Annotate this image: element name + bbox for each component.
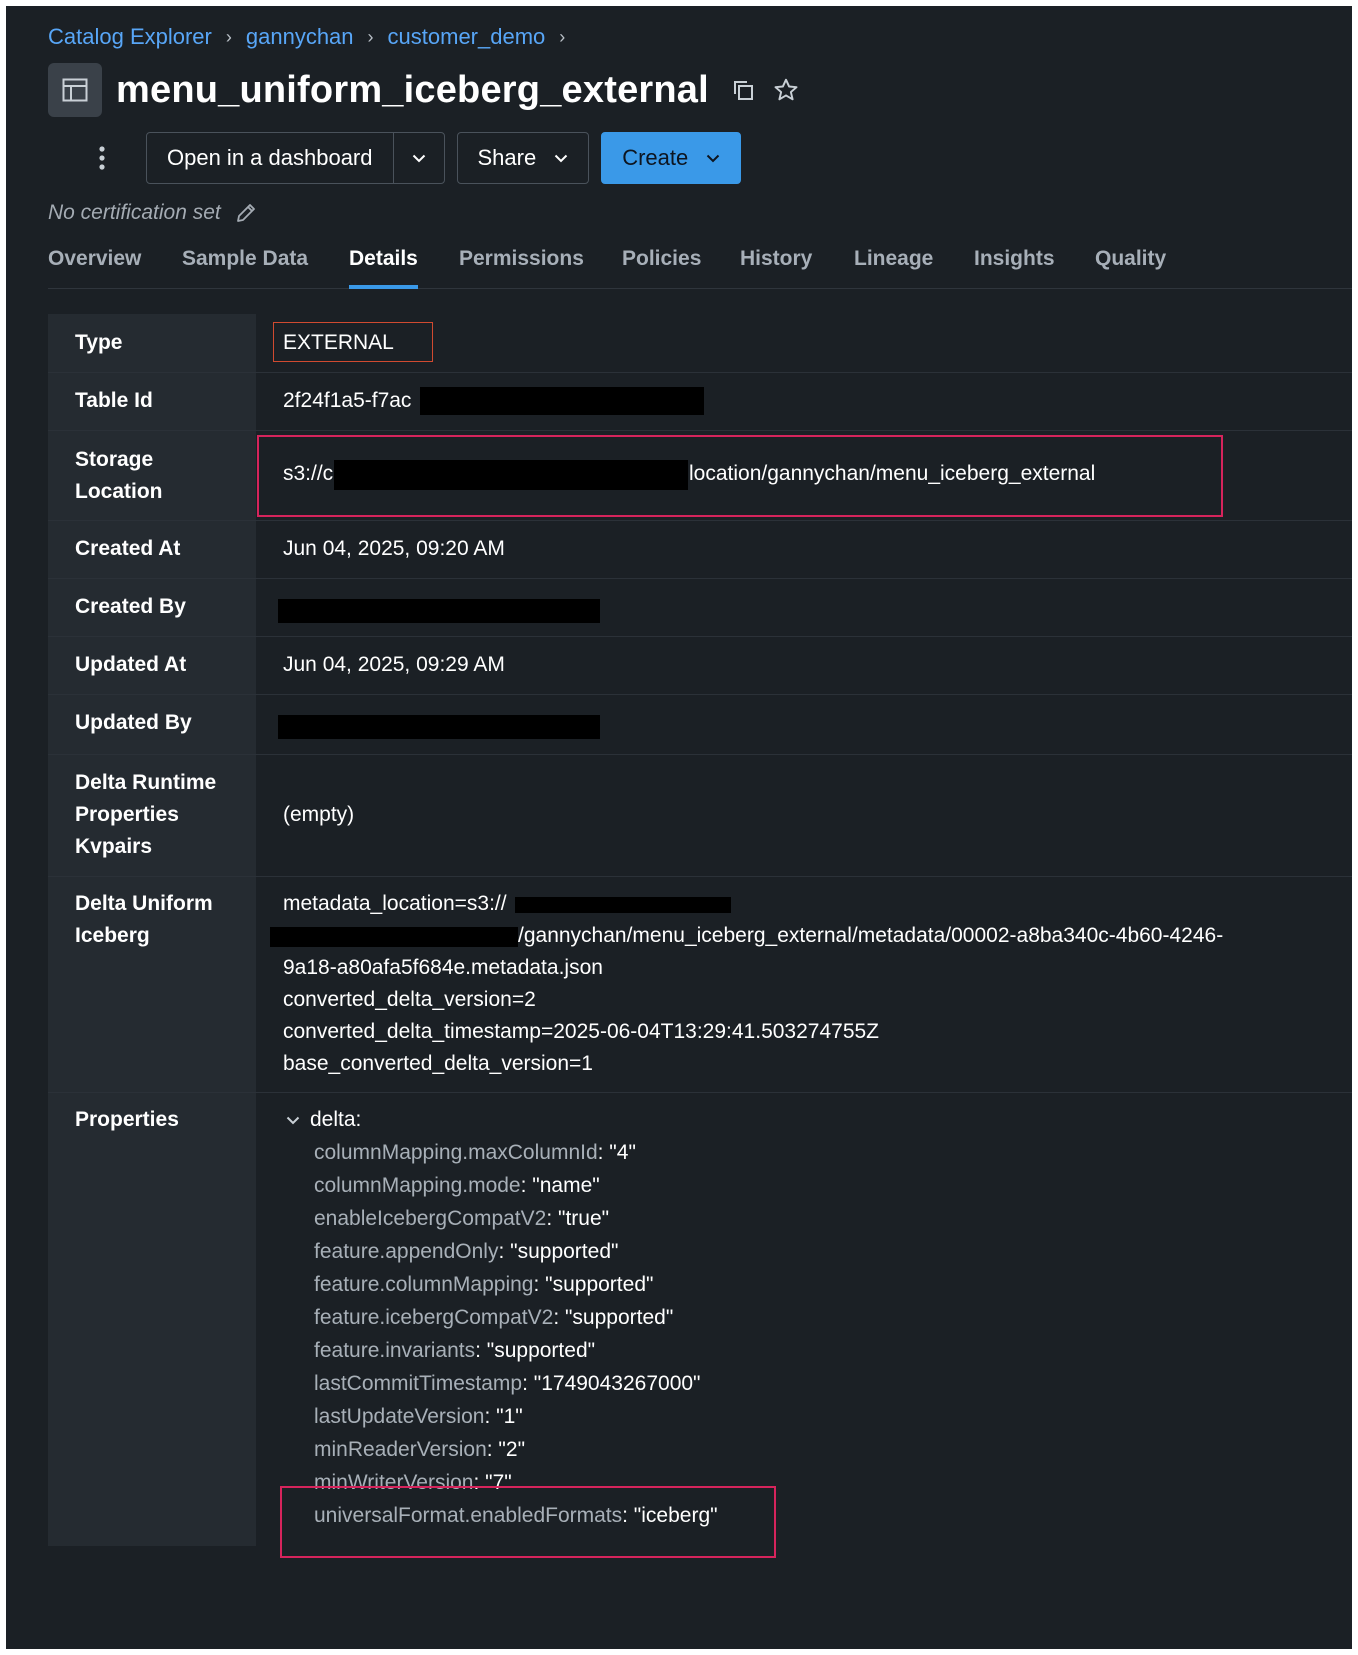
storage-location-highlight: [257, 435, 1223, 517]
details-table: Type EXTERNAL Table Id 2f24f1a5-f7ac Sto…: [48, 314, 1352, 1558]
open-dashboard-dropdown[interactable]: [394, 133, 444, 183]
chevron-down-icon: [555, 154, 568, 162]
breadcrumb-catalog-explorer[interactable]: Catalog Explorer: [48, 24, 212, 50]
created-at-value: Jun 04, 2025, 09:20 AM: [283, 537, 505, 560]
tab-overview[interactable]: Overview: [48, 240, 141, 288]
property-item: feature.icebergCompatV2: "supported": [314, 1306, 674, 1329]
table-icon: [48, 63, 102, 117]
details-row-table-id: Table Id 2f24f1a5-f7ac: [48, 372, 1352, 431]
breadcrumb-separator: ›: [559, 26, 566, 47]
tab-bar: Overview Sample Data Details Permissions…: [48, 240, 1352, 289]
property-item: feature.columnMapping: "supported": [314, 1273, 654, 1296]
property-item: columnMapping.maxColumnId: "4": [314, 1141, 636, 1164]
properties-group-toggle[interactable]: delta:: [286, 1104, 361, 1136]
create-button[interactable]: Create: [601, 132, 742, 184]
property-item: enableIcebergCompatV2: "true": [314, 1207, 610, 1230]
share-label: Share: [477, 145, 537, 170]
row-label: Storage Location: [75, 448, 163, 503]
more-options-icon[interactable]: [82, 132, 122, 184]
redaction: [270, 927, 518, 947]
tab-details[interactable]: Details: [349, 240, 418, 289]
delta-uniform-line-6: base_converted_delta_version=1: [283, 1052, 593, 1075]
row-label: Created By: [75, 595, 186, 618]
page-title: menu_uniform_iceberg_external: [116, 68, 709, 111]
open-dashboard-split-button: Open in a dashboard: [146, 132, 445, 184]
certification: No certification set: [48, 196, 257, 230]
property-item: lastUpdateVersion: "1": [314, 1405, 523, 1428]
details-row-updated-at: Updated At Jun 04, 2025, 09:29 AM: [48, 636, 1352, 695]
certification-text: No certification set: [48, 201, 221, 224]
delta-uniform-line-1: metadata_location=s3://: [283, 892, 507, 915]
universal-format-highlight: [280, 1486, 776, 1558]
delta-uniform-line-3: 9a18-a80afa5f684e.metadata.json: [283, 956, 603, 979]
redaction: [278, 599, 600, 623]
property-item: feature.appendOnly: "supported": [314, 1240, 619, 1263]
tab-quality[interactable]: Quality: [1095, 240, 1166, 288]
create-label: Create: [622, 145, 689, 170]
table-id-value: 2f24f1a5-f7ac: [283, 389, 412, 412]
pencil-icon[interactable]: [235, 202, 257, 224]
delta-uniform-line-2: /gannychan/menu_iceberg_external/metadat…: [518, 924, 1224, 947]
breadcrumb-catalog[interactable]: gannychan: [246, 24, 354, 50]
tab-insights[interactable]: Insights: [974, 240, 1055, 288]
updated-at-value: Jun 04, 2025, 09:29 AM: [283, 653, 505, 676]
row-label: Type: [75, 331, 123, 354]
details-row-storage-location: Storage Location s3://c location/gannych…: [48, 430, 1352, 521]
breadcrumb-separator: ›: [367, 26, 374, 47]
delta-runtime-value: (empty): [283, 803, 355, 826]
app-frame: Catalog Explorer › gannychan › customer_…: [6, 6, 1352, 1649]
property-item: columnMapping.mode: "name": [314, 1174, 600, 1197]
copy-icon[interactable]: [731, 78, 755, 102]
properties-group-label: delta:: [310, 1108, 362, 1131]
details-row-created-by: Created By: [48, 578, 1352, 637]
chevron-down-icon: [707, 154, 720, 162]
properties-list: columnMapping.maxColumnId: "4" columnMap…: [314, 1136, 718, 1532]
type-value: EXTERNAL: [283, 331, 394, 354]
redaction: [278, 715, 600, 739]
tab-policies[interactable]: Policies: [622, 240, 701, 288]
share-button[interactable]: Share: [456, 132, 590, 184]
row-label: Created At: [75, 537, 181, 560]
details-row-updated-by: Updated By: [48, 694, 1352, 755]
chevron-down-icon: [412, 154, 425, 162]
row-label: Updated By: [75, 711, 192, 734]
redaction: [515, 897, 731, 913]
row-label: Table Id: [75, 389, 153, 412]
row-label: Delta Uniform Iceberg: [75, 892, 213, 947]
delta-uniform-line-4: converted_delta_version=2: [283, 988, 536, 1011]
star-icon[interactable]: [773, 77, 799, 103]
row-label: Properties: [75, 1108, 179, 1131]
row-label: Delta Runtime Properties Kvpairs: [75, 771, 217, 858]
delta-uniform-line-5: converted_delta_timestamp=2025-06-04T13:…: [283, 1020, 880, 1043]
tab-permissions[interactable]: Permissions: [459, 240, 584, 288]
open-dashboard-button[interactable]: Open in a dashboard: [147, 133, 394, 183]
details-row-delta-uniform: Delta Uniform Iceberg metadata_location=…: [48, 876, 1352, 1093]
tab-history[interactable]: History: [740, 240, 812, 288]
tab-lineage[interactable]: Lineage: [854, 240, 933, 288]
title-row: menu_uniform_iceberg_external: [48, 62, 799, 118]
breadcrumb-separator: ›: [225, 26, 232, 47]
chevron-down-icon: [286, 1116, 300, 1124]
redaction: [420, 387, 704, 415]
tab-sample-data[interactable]: Sample Data: [182, 240, 308, 288]
property-item: minReaderVersion: "2": [314, 1438, 526, 1461]
details-row-properties: Properties delta: columnMapping.maxColum…: [48, 1092, 1352, 1558]
breadcrumb-schema[interactable]: customer_demo: [388, 24, 546, 50]
property-item: lastCommitTimestamp: "1749043267000": [314, 1372, 701, 1395]
details-row-delta-runtime: Delta Runtime Properties Kvpairs (empty): [48, 754, 1352, 877]
details-row-type: Type EXTERNAL: [48, 314, 1352, 373]
row-label: Updated At: [75, 653, 187, 676]
property-item: feature.invariants: "supported": [314, 1339, 596, 1362]
breadcrumb: Catalog Explorer › gannychan › customer_…: [48, 20, 579, 54]
details-row-created-at: Created At Jun 04, 2025, 09:20 AM: [48, 520, 1352, 579]
toolbar: Open in a dashboard Share Create: [48, 130, 742, 186]
